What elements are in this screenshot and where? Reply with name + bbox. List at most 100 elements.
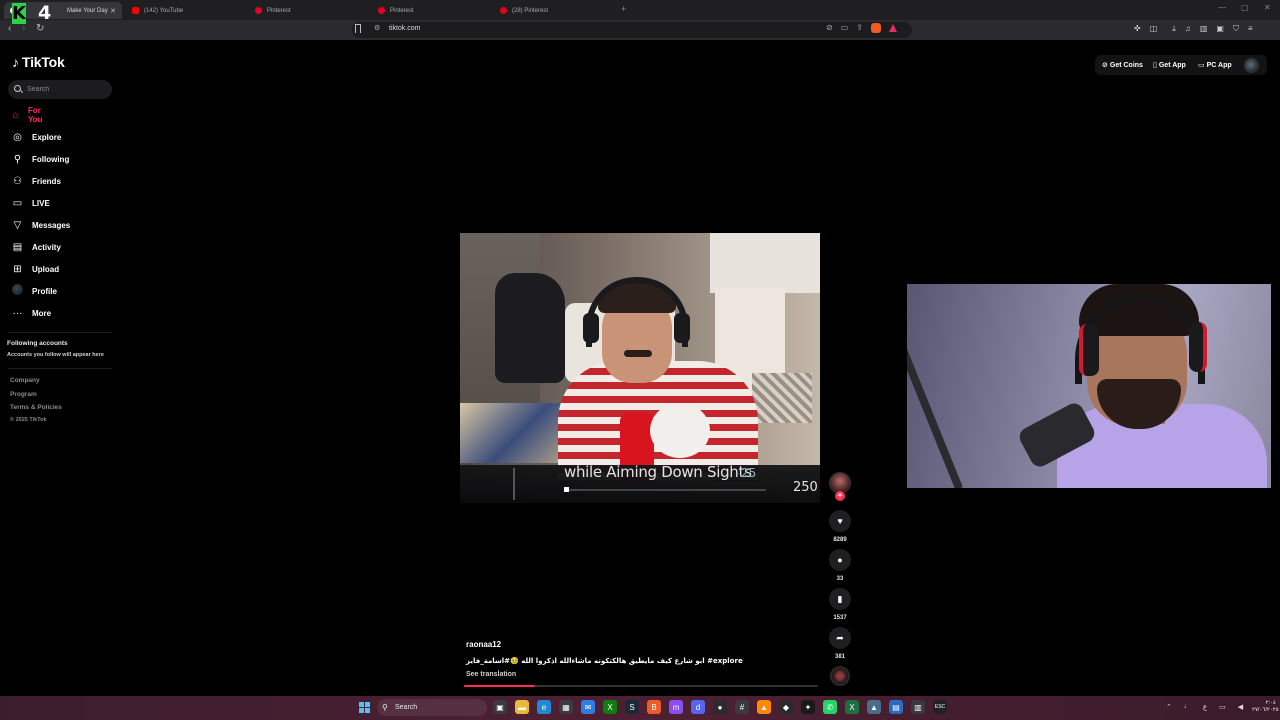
- sidebar-item-activity[interactable]: ▤ Activity: [12, 240, 61, 254]
- tab-pinterest-2[interactable]: Pinterest: [372, 2, 490, 19]
- footer-link-terms[interactable]: Terms & Policies: [10, 404, 62, 411]
- sidebar-item-more[interactable]: ··· More: [12, 306, 52, 320]
- photos-icon[interactable]: ▲: [867, 700, 881, 714]
- media-icon[interactable]: ♫: [1185, 24, 1191, 34]
- tab-pinterest-1[interactable]: Pinterest: [249, 2, 367, 19]
- maximize-icon[interactable]: ▢: [1241, 3, 1249, 12]
- sidebar-item-label: More: [32, 308, 52, 318]
- avatar[interactable]: [1244, 58, 1259, 73]
- excel-icon[interactable]: X: [845, 700, 859, 714]
- video-author[interactable]: raonaa12: [466, 640, 501, 649]
- notes-icon[interactable]: ▤: [889, 700, 903, 714]
- discord-icon[interactable]: d: [691, 700, 705, 714]
- taskbar-search[interactable]: [377, 699, 487, 716]
- windows-start-icon[interactable]: [359, 702, 370, 713]
- cast-icon[interactable]: ▭: [841, 23, 849, 33]
- like-button[interactable]: ♥: [829, 510, 851, 532]
- share-button[interactable]: ➦: [829, 627, 851, 649]
- sidebar-item-friends[interactable]: ⚇ Friends: [12, 174, 61, 188]
- compass-icon: ◎: [13, 131, 22, 143]
- plus-icon[interactable]: +: [621, 4, 626, 14]
- sidebar-item-upload[interactable]: ⊞ Upload: [12, 262, 59, 276]
- edge-icon[interactable]: e: [537, 700, 551, 714]
- network-icon[interactable]: ▭: [1219, 703, 1226, 711]
- taskbar-clock[interactable]: ٢:٠٤ ٢٧/٠٦/٢٠٢٥: [1252, 700, 1279, 714]
- tab-youtube[interactable]: (142) YouTube: [126, 2, 244, 19]
- footer-link-program[interactable]: Program: [10, 391, 37, 398]
- get-app-button[interactable]: ▯ Get App: [1153, 61, 1186, 70]
- close-icon[interactable]: ✕: [110, 7, 116, 15]
- follow-plus-icon[interactable]: +: [835, 491, 845, 501]
- reload-icon[interactable]: ↻: [36, 23, 44, 34]
- taskbar-apps: ▣ ▬ e ▦ ✉ X S Bm d ● # ▲ ◆ ✦ ✆ X ▲ ▤ ▥ ESC: [493, 700, 947, 714]
- brave-icon[interactable]: B: [647, 700, 661, 714]
- brave-shield-icon[interactable]: [870, 23, 881, 33]
- coin-icon: ⊘: [1102, 62, 1108, 69]
- video-hud-number: 25: [741, 466, 757, 480]
- steam-icon[interactable]: S: [625, 700, 639, 714]
- back-arrow-icon[interactable]: ‹: [8, 23, 11, 34]
- site-info-icon[interactable]: ⚙: [374, 24, 380, 32]
- mic-icon[interactable]: ♩: [1184, 703, 1191, 711]
- task-view-icon[interactable]: ▣: [493, 700, 507, 714]
- messenger-icon[interactable]: m: [669, 700, 683, 714]
- sidebar-item-label: Explore: [32, 132, 62, 142]
- video-hud-text: while Aiming Down Sights: [564, 463, 752, 481]
- pc-app-button[interactable]: ▭ PC App: [1198, 61, 1232, 70]
- minimize-icon[interactable]: —: [1218, 3, 1226, 12]
- chatgpt-icon[interactable]: ✦: [801, 700, 815, 714]
- mail-icon[interactable]: ✉: [581, 700, 595, 714]
- sidebar-item-following[interactable]: ⚲ Following: [12, 152, 70, 166]
- extension-puzzle-icon[interactable]: ✜: [1134, 24, 1141, 34]
- get-coins-button[interactable]: ⊘ Get Coins: [1102, 61, 1143, 70]
- sidebar-item-profile[interactable]: Profile: [12, 284, 57, 298]
- language-indicator[interactable]: ع: [1203, 703, 1207, 711]
- comment-button[interactable]: ●: [829, 549, 851, 571]
- url-text[interactable]: tiktok.com: [389, 25, 421, 32]
- sidebar-item-for-you[interactable]: ⌂ For You: [12, 106, 47, 124]
- obs-icon[interactable]: ●: [713, 700, 727, 714]
- whatsapp-icon[interactable]: ✆: [823, 700, 837, 714]
- browser-tab-bar: Make Your Day ✕ (142) YouTube Pinterest …: [0, 0, 1280, 20]
- music-disc-icon[interactable]: [830, 666, 850, 686]
- brave-rewards-icon[interactable]: [888, 24, 897, 32]
- file-explorer-icon[interactable]: ▬: [515, 700, 529, 714]
- no-audio-icon[interactable]: ⊘: [826, 23, 833, 33]
- window-close-icon[interactable]: ✕: [1264, 3, 1271, 12]
- see-translation-link[interactable]: See translation: [466, 671, 516, 678]
- sidebar-item-live[interactable]: ▭ LIVE: [12, 196, 50, 210]
- following-accounts-subtitle: Accounts you follow will appear here: [7, 352, 104, 358]
- streamer-facecam: [907, 284, 1271, 488]
- sidebar-item-explore[interactable]: ◎ Explore: [12, 130, 61, 144]
- video-person-mustache: [624, 350, 652, 357]
- download-icon[interactable]: ⤓: [1172, 24, 1176, 34]
- search-input[interactable]: [27, 84, 107, 94]
- store-icon[interactable]: ▦: [559, 700, 573, 714]
- forward-arrow-icon[interactable]: ›: [22, 23, 25, 34]
- extension-icon[interactable]: ◫: [1150, 24, 1158, 34]
- tiktok-logo[interactable]: ♪ TikTok: [12, 54, 65, 70]
- vpn-icon[interactable]: ⛉: [1233, 24, 1239, 34]
- video-cat: [650, 403, 710, 458]
- sidebar-item-messages[interactable]: ▽ Messages: [12, 218, 71, 232]
- wallet-icon[interactable]: ▣: [1216, 24, 1224, 34]
- video-player[interactable]: while Aiming Down Sights 25 250: [460, 233, 820, 503]
- volume-icon[interactable]: ◀: [1238, 703, 1243, 711]
- chevron-up-icon[interactable]: ⌃: [1166, 703, 1172, 711]
- save-button[interactable]: ▮: [829, 588, 851, 610]
- tab-pinterest-3[interactable]: (28) Pinterest: [494, 2, 612, 19]
- share-icon[interactable]: ⇪: [856, 23, 863, 33]
- esc-icon[interactable]: ESC: [933, 700, 947, 714]
- footer-link-company[interactable]: Company: [10, 377, 40, 384]
- calculator-icon[interactable]: #: [735, 700, 749, 714]
- search-icon: ⚲: [382, 703, 388, 712]
- facecam-headset-ear: [1079, 324, 1099, 376]
- epic-icon[interactable]: ◆: [779, 700, 793, 714]
- vlc-icon[interactable]: ▲: [757, 700, 771, 714]
- menu-icon[interactable]: ≡: [1248, 24, 1253, 34]
- xbox-icon[interactable]: X: [603, 700, 617, 714]
- display-icon[interactable]: ▥: [911, 700, 925, 714]
- sidebar-toggle-icon[interactable]: ▥: [1200, 24, 1208, 34]
- bookmark-icon[interactable]: [355, 24, 361, 33]
- like-count: 8289: [833, 537, 847, 543]
